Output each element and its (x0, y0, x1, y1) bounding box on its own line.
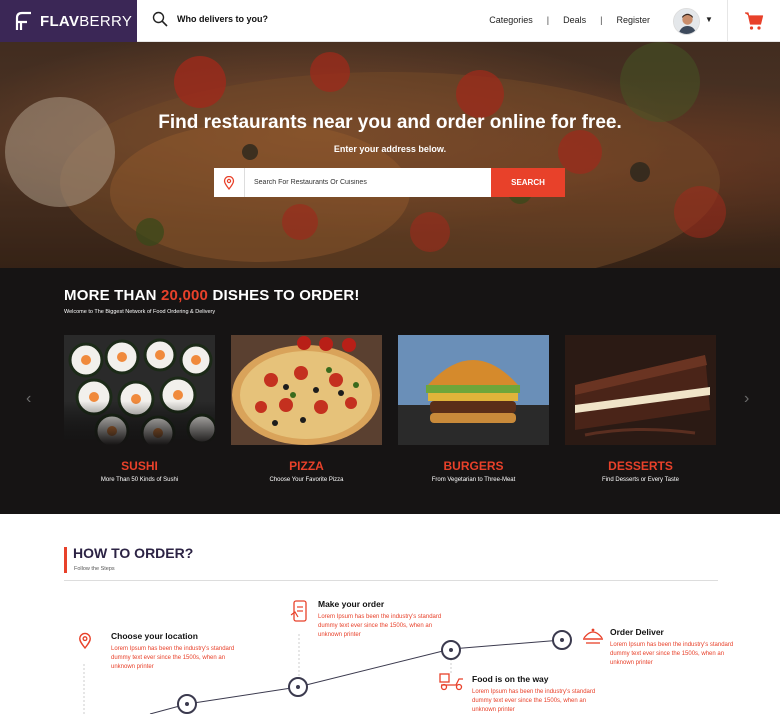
restaurant-search-input[interactable] (245, 168, 491, 197)
location-pin-icon (214, 168, 245, 197)
dish-card-burgers[interactable]: BURGERS From Vegetarian to Three-Meat (398, 335, 549, 483)
brand-logo[interactable]: FLAVBERRY (0, 0, 137, 42)
mobile-order-icon (290, 600, 307, 622)
step-text: Lorem Ipsum has been the industry's stan… (610, 642, 734, 666)
dish-card-subtitle: From Vegetarian to Three-Meat (431, 477, 516, 483)
site-header: FLAVBERRY Who delivers to you? Categorie… (0, 0, 780, 42)
how-to-order-section: HOW TO ORDER? Follow the Steps Choose yo… (0, 514, 780, 714)
dish-card-desserts[interactable]: DESSERTS Find Desserts or Every Taste (565, 335, 716, 483)
nav-register[interactable]: Register (616, 15, 650, 25)
delivery-scooter-icon (439, 673, 463, 691)
user-avatar[interactable] (673, 8, 700, 35)
step-food-on-way: Food is on the way Lorem Ipsum has been … (472, 674, 602, 714)
avatar-image (674, 9, 699, 34)
step-text: Lorem Ipsum has been the industry's stan… (472, 689, 596, 713)
dish-card-title: PIZZA (289, 459, 324, 473)
dish-count: 20,000 (161, 287, 209, 304)
logo-icon (15, 11, 31, 30)
dish-card-pizza[interactable]: PIZZA Choose Your Favorite Pizza (231, 335, 382, 483)
step-title: Order Deliver (610, 627, 664, 637)
account-dropdown-caret[interactable]: ▼ (705, 15, 713, 24)
step-make-order: Make your order Lorem Ipsum has been the… (318, 599, 448, 640)
timeline-node (552, 630, 572, 650)
carousel-next-icon[interactable]: › (744, 390, 749, 408)
dish-card-title: DESSERTS (608, 459, 673, 473)
nav-separator: | (546, 15, 550, 25)
cart-icon[interactable] (744, 11, 764, 31)
timeline-node (288, 677, 308, 697)
main-nav: Categories | Deals | Register (489, 15, 650, 25)
step-title: Make your order (318, 599, 385, 609)
hero-banner: Find restaurants near you and order onli… (0, 42, 780, 268)
timeline-node (441, 640, 461, 660)
search-button[interactable]: SEARCH (491, 168, 565, 197)
pizza-image (231, 335, 382, 445)
step-text: Lorem Ipsum has been the industry's stan… (111, 646, 235, 670)
timeline-node (177, 694, 197, 714)
nav-separator: | (600, 15, 603, 25)
nav-deals[interactable]: Deals (563, 15, 586, 25)
sushi-image (64, 335, 215, 445)
hero-subtitle: Enter your address below. (333, 144, 447, 154)
step-title: Food is on the way (472, 674, 549, 684)
dishes-tagline: Welcome to The Biggest Network of Food O… (64, 309, 216, 315)
brand-name: FLAVBERRY (40, 12, 133, 30)
dish-card-subtitle: Choose Your Favorite Pizza (269, 477, 344, 483)
dishes-heading: MORE THAN 20,000 DISHES TO ORDER! (64, 287, 360, 304)
step-choose-location: Choose your location Lorem Ipsum has bee… (111, 631, 241, 672)
dish-card-subtitle: More Than 50 Kinds of Sushi (100, 477, 179, 483)
dishes-section: MORE THAN 20,000 DISHES TO ORDER! Welcom… (0, 268, 780, 514)
dish-card-sushi[interactable]: SUSHI More Than 50 Kinds of Sushi (64, 335, 215, 483)
hero-title: Find restaurants near you and order onli… (158, 112, 622, 133)
dish-card-title: BURGERS (443, 459, 504, 473)
search-prompt[interactable]: Who delivers to you? (177, 14, 268, 24)
dish-card-subtitle: Find Desserts or Every Taste (602, 477, 679, 483)
hero-overlay (0, 42, 780, 268)
burger-image (398, 335, 549, 445)
header-divider (727, 0, 728, 42)
step-title: Choose your location (111, 631, 198, 641)
nav-categories[interactable]: Categories (489, 15, 533, 25)
header-search[interactable]: Who delivers to you? (152, 11, 268, 27)
step-text: Lorem Ipsum has been the industry's stan… (318, 614, 442, 638)
search-icon[interactable] (152, 11, 168, 27)
food-tray-icon (583, 628, 603, 644)
location-pin-icon (79, 632, 91, 650)
step-order-deliver: Order Deliver Lorem Ipsum has been the i… (610, 627, 740, 668)
dessert-image (565, 335, 716, 445)
dish-card-title: SUSHI (121, 459, 158, 473)
carousel-prev-icon[interactable]: ‹ (26, 390, 31, 408)
hero-search-bar: SEARCH (214, 168, 565, 197)
